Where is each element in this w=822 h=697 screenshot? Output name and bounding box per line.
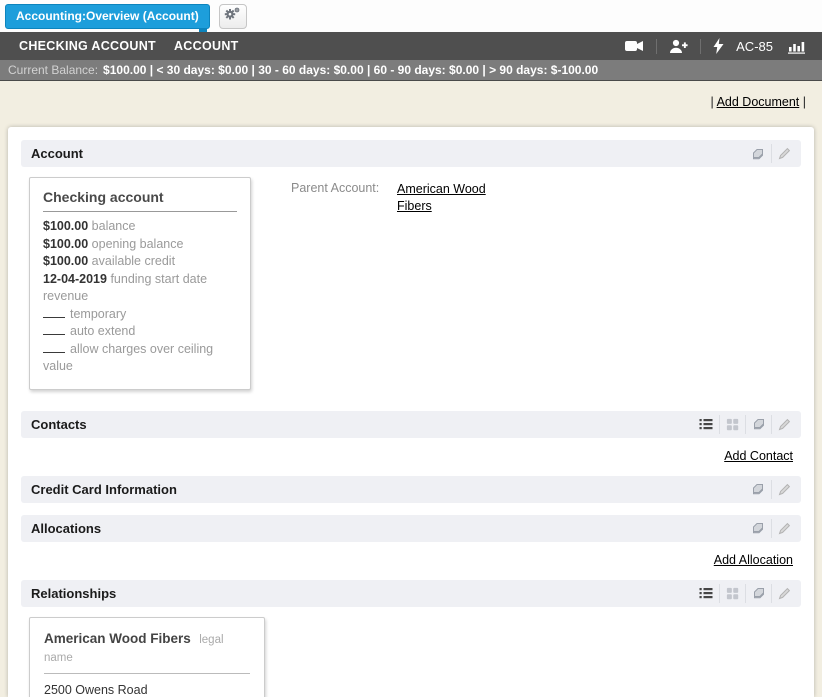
gears-icon — [224, 6, 241, 27]
parent-account-link[interactable]: American Wood Fibers — [397, 181, 492, 390]
account-section-title: Account — [31, 146, 745, 161]
credit-card-section-title: Credit Card Information — [31, 482, 745, 497]
add-allocation-link[interactable]: Add Allocation — [714, 553, 793, 567]
top-tab-bar: Accounting:Overview (Account) — [0, 0, 822, 32]
journal-icon[interactable] — [745, 415, 771, 434]
allocations-header-tools — [745, 519, 797, 538]
journal-icon[interactable] — [745, 480, 771, 499]
parent-account-field: Parent Account: American Wood Fibers — [291, 181, 492, 390]
field-label: available credit — [92, 254, 175, 268]
journal-icon[interactable] — [745, 584, 771, 603]
field-label: allow charges over ceiling value — [43, 342, 213, 374]
edit-pencil-icon[interactable] — [771, 519, 797, 538]
grid-view-icon[interactable] — [719, 415, 745, 434]
account-section-body: Checking account $100.00 balance $100.00… — [29, 177, 801, 390]
account-section-header: Account — [21, 140, 801, 167]
document-actions-row: | Add Document | — [8, 81, 814, 111]
relationships-header-tools — [693, 584, 797, 603]
edit-pencil-icon[interactable] — [771, 415, 797, 434]
checking-account-card: Checking account $100.00 balance $100.00… — [29, 177, 251, 390]
nav-item-checking-account[interactable]: CHECKING ACCOUNT — [10, 39, 165, 53]
credit-card-section-header: Credit Card Information — [21, 476, 801, 503]
checking-account-card-title: Checking account — [43, 189, 237, 212]
field-available-credit: $100.00 available credit — [43, 253, 237, 271]
relationships-section-header: Relationships — [21, 580, 801, 607]
nav-item-account[interactable]: ACCOUNT — [165, 39, 248, 53]
allocations-actions-row: Add Allocation — [21, 553, 793, 567]
allocations-section-title: Allocations — [31, 521, 745, 536]
list-view-icon[interactable] — [693, 415, 719, 434]
grid-view-icon[interactable] — [719, 584, 745, 603]
balance-status-value: $100.00 | < 30 days: $0.00 | 30 - 60 day… — [103, 63, 598, 77]
relationship-name: American Wood Fibers — [44, 631, 191, 646]
bar-chart-icon[interactable] — [779, 39, 814, 54]
field-value: $100.00 — [43, 237, 88, 251]
journal-icon[interactable] — [745, 519, 771, 538]
add-document-link[interactable]: Add Document — [717, 95, 800, 109]
field-label: auto extend — [70, 324, 135, 338]
main-panel: Account Checking account — [8, 127, 814, 697]
main-nav-bar: CHECKING ACCOUNT ACCOUNT AC-85 — [0, 32, 822, 60]
credit-card-header-tools — [745, 480, 797, 499]
add-contact-link[interactable]: Add Contact — [724, 449, 793, 463]
allocations-section-header: Allocations — [21, 515, 801, 542]
relationship-card: American Wood Fibers legal name 2500 Owe… — [29, 617, 265, 697]
relationship-name-row: American Wood Fibers legal name — [44, 630, 250, 674]
contacts-section-title: Contacts — [31, 417, 693, 432]
empty-value-line — [43, 342, 65, 353]
page-content: | Add Document | Account — [0, 81, 822, 697]
field-label: temporary — [70, 307, 126, 321]
app-tab-label: Accounting:Overview (Account) — [16, 9, 199, 23]
field-auto-extend: auto extend — [43, 323, 237, 341]
edit-pencil-icon[interactable] — [771, 480, 797, 499]
relationship-address-line1: 2500 Owens Road — [44, 681, 250, 697]
field-balance: $100.00 balance — [43, 218, 237, 236]
parent-account-label: Parent Account: — [291, 181, 397, 390]
video-camera-icon[interactable] — [616, 39, 652, 53]
field-label: balance — [92, 219, 136, 233]
pipe-separator: | — [803, 95, 806, 109]
field-temporary: temporary — [43, 306, 237, 324]
nav-divider — [656, 39, 657, 54]
edit-pencil-icon[interactable] — [771, 584, 797, 603]
account-header-tools — [745, 144, 797, 163]
balance-status-bar: Current Balance: $100.00 | < 30 days: $0… — [0, 60, 822, 81]
empty-value-line — [43, 324, 65, 335]
settings-button[interactable] — [219, 4, 247, 29]
nav-right-tools: AC-85 — [616, 38, 814, 54]
balance-status-label: Current Balance: — [8, 63, 98, 77]
account-code-badge: AC-85 — [732, 39, 779, 54]
field-allow-charges: allow charges over ceiling value — [43, 341, 237, 376]
field-value: $100.00 — [43, 219, 88, 233]
journal-icon[interactable] — [745, 144, 771, 163]
empty-value-line — [43, 307, 65, 318]
field-funding-start-date: 12-04-2019 funding start date revenue — [43, 271, 237, 306]
active-app-tab[interactable]: Accounting:Overview (Account) — [5, 4, 210, 29]
field-value: $100.00 — [43, 254, 88, 268]
relationships-section-title: Relationships — [31, 586, 693, 601]
contacts-section-header: Contacts — [21, 411, 801, 438]
nav-divider — [700, 39, 701, 54]
edit-pencil-icon[interactable] — [771, 144, 797, 163]
contacts-header-tools — [693, 415, 797, 434]
field-value: 12-04-2019 — [43, 272, 107, 286]
contacts-actions-row: Add Contact — [21, 449, 793, 463]
field-label: opening balance — [92, 237, 184, 251]
field-opening-balance: $100.00 opening balance — [43, 236, 237, 254]
add-person-icon[interactable] — [661, 39, 696, 54]
lightning-icon[interactable] — [705, 38, 732, 54]
pipe-separator: | — [711, 95, 714, 109]
list-view-icon[interactable] — [693, 584, 719, 603]
